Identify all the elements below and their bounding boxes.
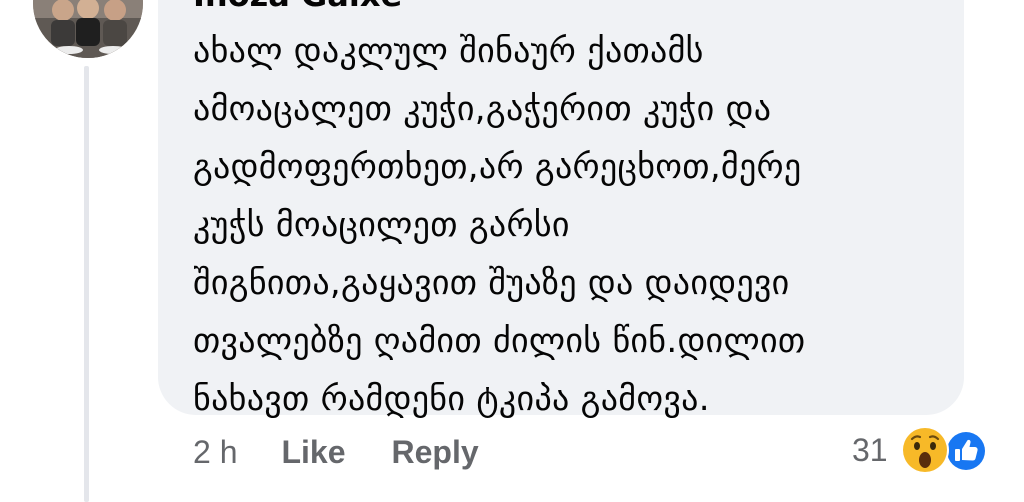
comment-timestamp[interactable]: 2 h	[193, 434, 237, 471]
reaction-icons[interactable]	[900, 425, 992, 475]
like-button[interactable]: Like	[281, 434, 345, 471]
comment-text-line: ამოაცალეთ კუჭი,გაჭერით კუჭი და	[193, 89, 772, 129]
comment-text: ახალ დაკლულ შინაურ ქათამს ამოაცალეთ კუჭი…	[193, 22, 953, 428]
reaction-count[interactable]: 31	[852, 432, 888, 469]
avatar-photo	[33, 0, 143, 58]
like-reaction-icon	[944, 430, 987, 472]
comment-actions: 2 h Like Reply	[193, 430, 479, 474]
comment-text-line: შიგნითა,გაყავით შუაზე და დაიდევი	[193, 263, 790, 303]
thread-line	[84, 66, 89, 502]
comment-text-line: ნახავთ რამდენი ტკიპა გამოვა.	[193, 379, 710, 419]
wow-reaction-icon	[900, 426, 949, 474]
avatar[interactable]	[33, 0, 143, 58]
comment-text-line: ახალ დაკლულ შინაურ ქათამს	[193, 31, 704, 71]
comment-text-line: გადმოფერთხეთ,არ გარეცხოთ,მერე	[193, 147, 802, 187]
reply-button[interactable]: Reply	[392, 434, 479, 471]
comment-author-name[interactable]: Inoza Gaixe	[193, 0, 402, 14]
reactions-summary[interactable]: 31	[852, 424, 992, 476]
comment-text-line: კუჭს მოაცილეთ გარსი	[193, 205, 570, 245]
comment-text-line: თვალებზე ღამით ძილის წინ.დილით	[193, 321, 806, 361]
